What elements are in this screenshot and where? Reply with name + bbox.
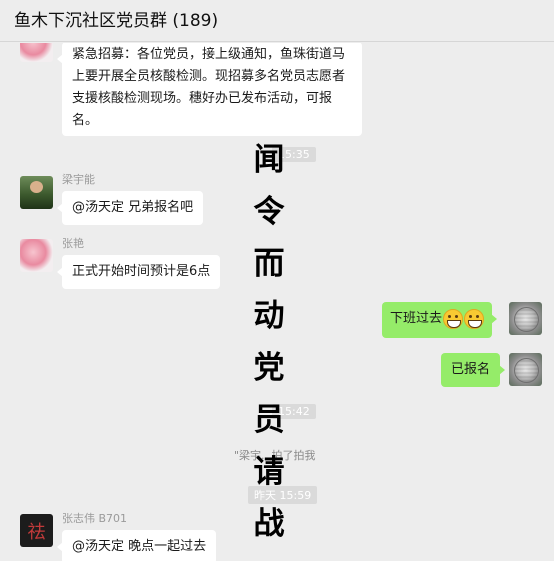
- avatar-self[interactable]: [509, 353, 542, 386]
- message-bubble[interactable]: @汤天定 晚点一起过去: [56, 530, 217, 561]
- grinning-emoji-icon: [464, 308, 485, 329]
- message-text: 已报名: [451, 362, 491, 377]
- sender-name: 张志伟 B701: [62, 512, 128, 525]
- pat-notice: "梁宇...拍了拍我: [234, 449, 316, 462]
- avatar-glyph: 祛: [27, 521, 46, 543]
- sender-name: 梁宇能: [62, 173, 95, 186]
- avatar[interactable]: [20, 176, 53, 209]
- message-bubble[interactable]: 正式开始时间预计是6点: [56, 255, 221, 289]
- avatar-self[interactable]: [509, 302, 542, 335]
- message-timestamp: 昨天 15:59: [248, 486, 318, 504]
- avatar[interactable]: 祛: [20, 514, 53, 547]
- message-text: 下班过去: [390, 311, 443, 326]
- message-timestamp: 15:35: [272, 147, 316, 162]
- message-text: 正式开始时间预计是6点: [72, 264, 211, 279]
- message-text: @汤天定 晚点一起过去: [72, 539, 207, 554]
- message-text: @汤天定 兄弟报名吧: [72, 200, 194, 215]
- message-timestamp: 15:42: [272, 404, 316, 419]
- group-title: 鱼木下沉社区党员群 (189): [14, 11, 219, 31]
- avatar[interactable]: [20, 239, 53, 272]
- avatar[interactable]: [20, 43, 53, 62]
- message-text: 紧急招募：各位党员，接上级通知，鱼珠街道马上要开展全员核酸检测。现招募多名党员志…: [72, 47, 346, 128]
- message-bubble[interactable]: 紧急招募：各位党员，接上级通知，鱼珠街道马上要开展全员核酸检测。现招募多名党员志…: [57, 43, 362, 136]
- message-bubble-self[interactable]: 下班过去: [382, 302, 498, 338]
- sender-name: 张艳: [62, 237, 84, 250]
- chat-header: 鱼木下沉社区党员群 (189): [0, 0, 554, 42]
- message-bubble[interactable]: @汤天定 兄弟报名吧: [56, 191, 204, 225]
- message-bubble-self[interactable]: 已报名: [441, 353, 506, 387]
- message-list[interactable]: 紧急招募：各位党员，接上级通知，鱼珠街道马上要开展全员核酸检测。现招募多名党员志…: [0, 43, 554, 561]
- grinning-emoji-icon: [443, 308, 464, 329]
